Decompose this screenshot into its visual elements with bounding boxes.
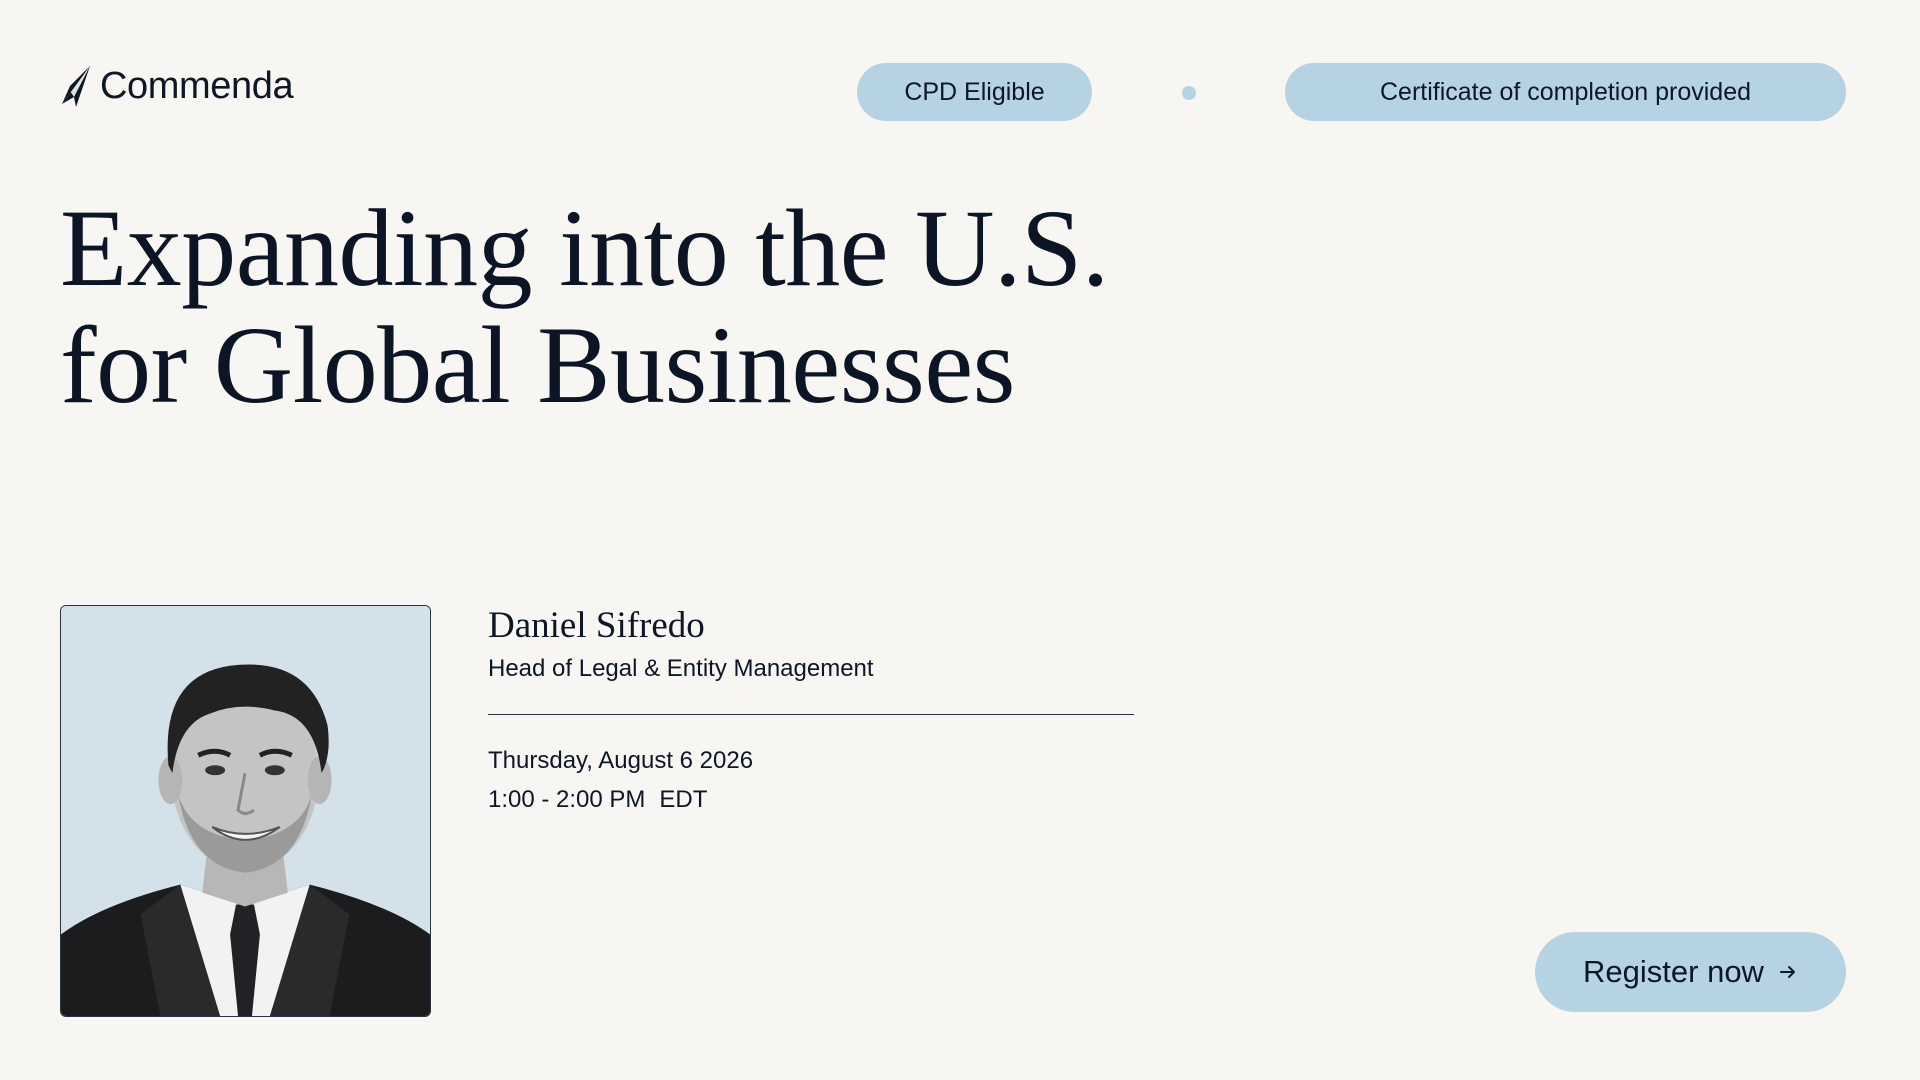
- paper-plane-icon: [60, 64, 92, 108]
- event-time-range: 1:00 - 2:00 PM: [488, 786, 646, 813]
- event-date: Thursday, August 6 2026: [488, 747, 754, 774]
- arrow-right-icon: [1778, 962, 1798, 982]
- event-time: 1:00 - 2:00 PM EDT: [488, 786, 707, 814]
- separator-dot: [1182, 86, 1196, 100]
- certificate-badge: Certificate of completion provided: [1285, 63, 1846, 121]
- event-timezone: EDT: [659, 786, 708, 813]
- speaker-role: Head of Legal & Entity Management: [488, 655, 874, 682]
- speaker-photo: [60, 605, 431, 1017]
- cpd-eligible-badge: CPD Eligible: [857, 63, 1092, 121]
- brand-logo[interactable]: Commenda: [60, 60, 294, 112]
- page-title: Expanding into the U.S. for Global Busin…: [60, 187, 1109, 426]
- speaker-name: Daniel Sifredo: [488, 605, 705, 646]
- register-now-button[interactable]: Register now: [1535, 932, 1846, 1012]
- brand-name: Commenda: [100, 65, 294, 107]
- register-now-label: Register now: [1583, 954, 1764, 989]
- divider: [488, 714, 1134, 715]
